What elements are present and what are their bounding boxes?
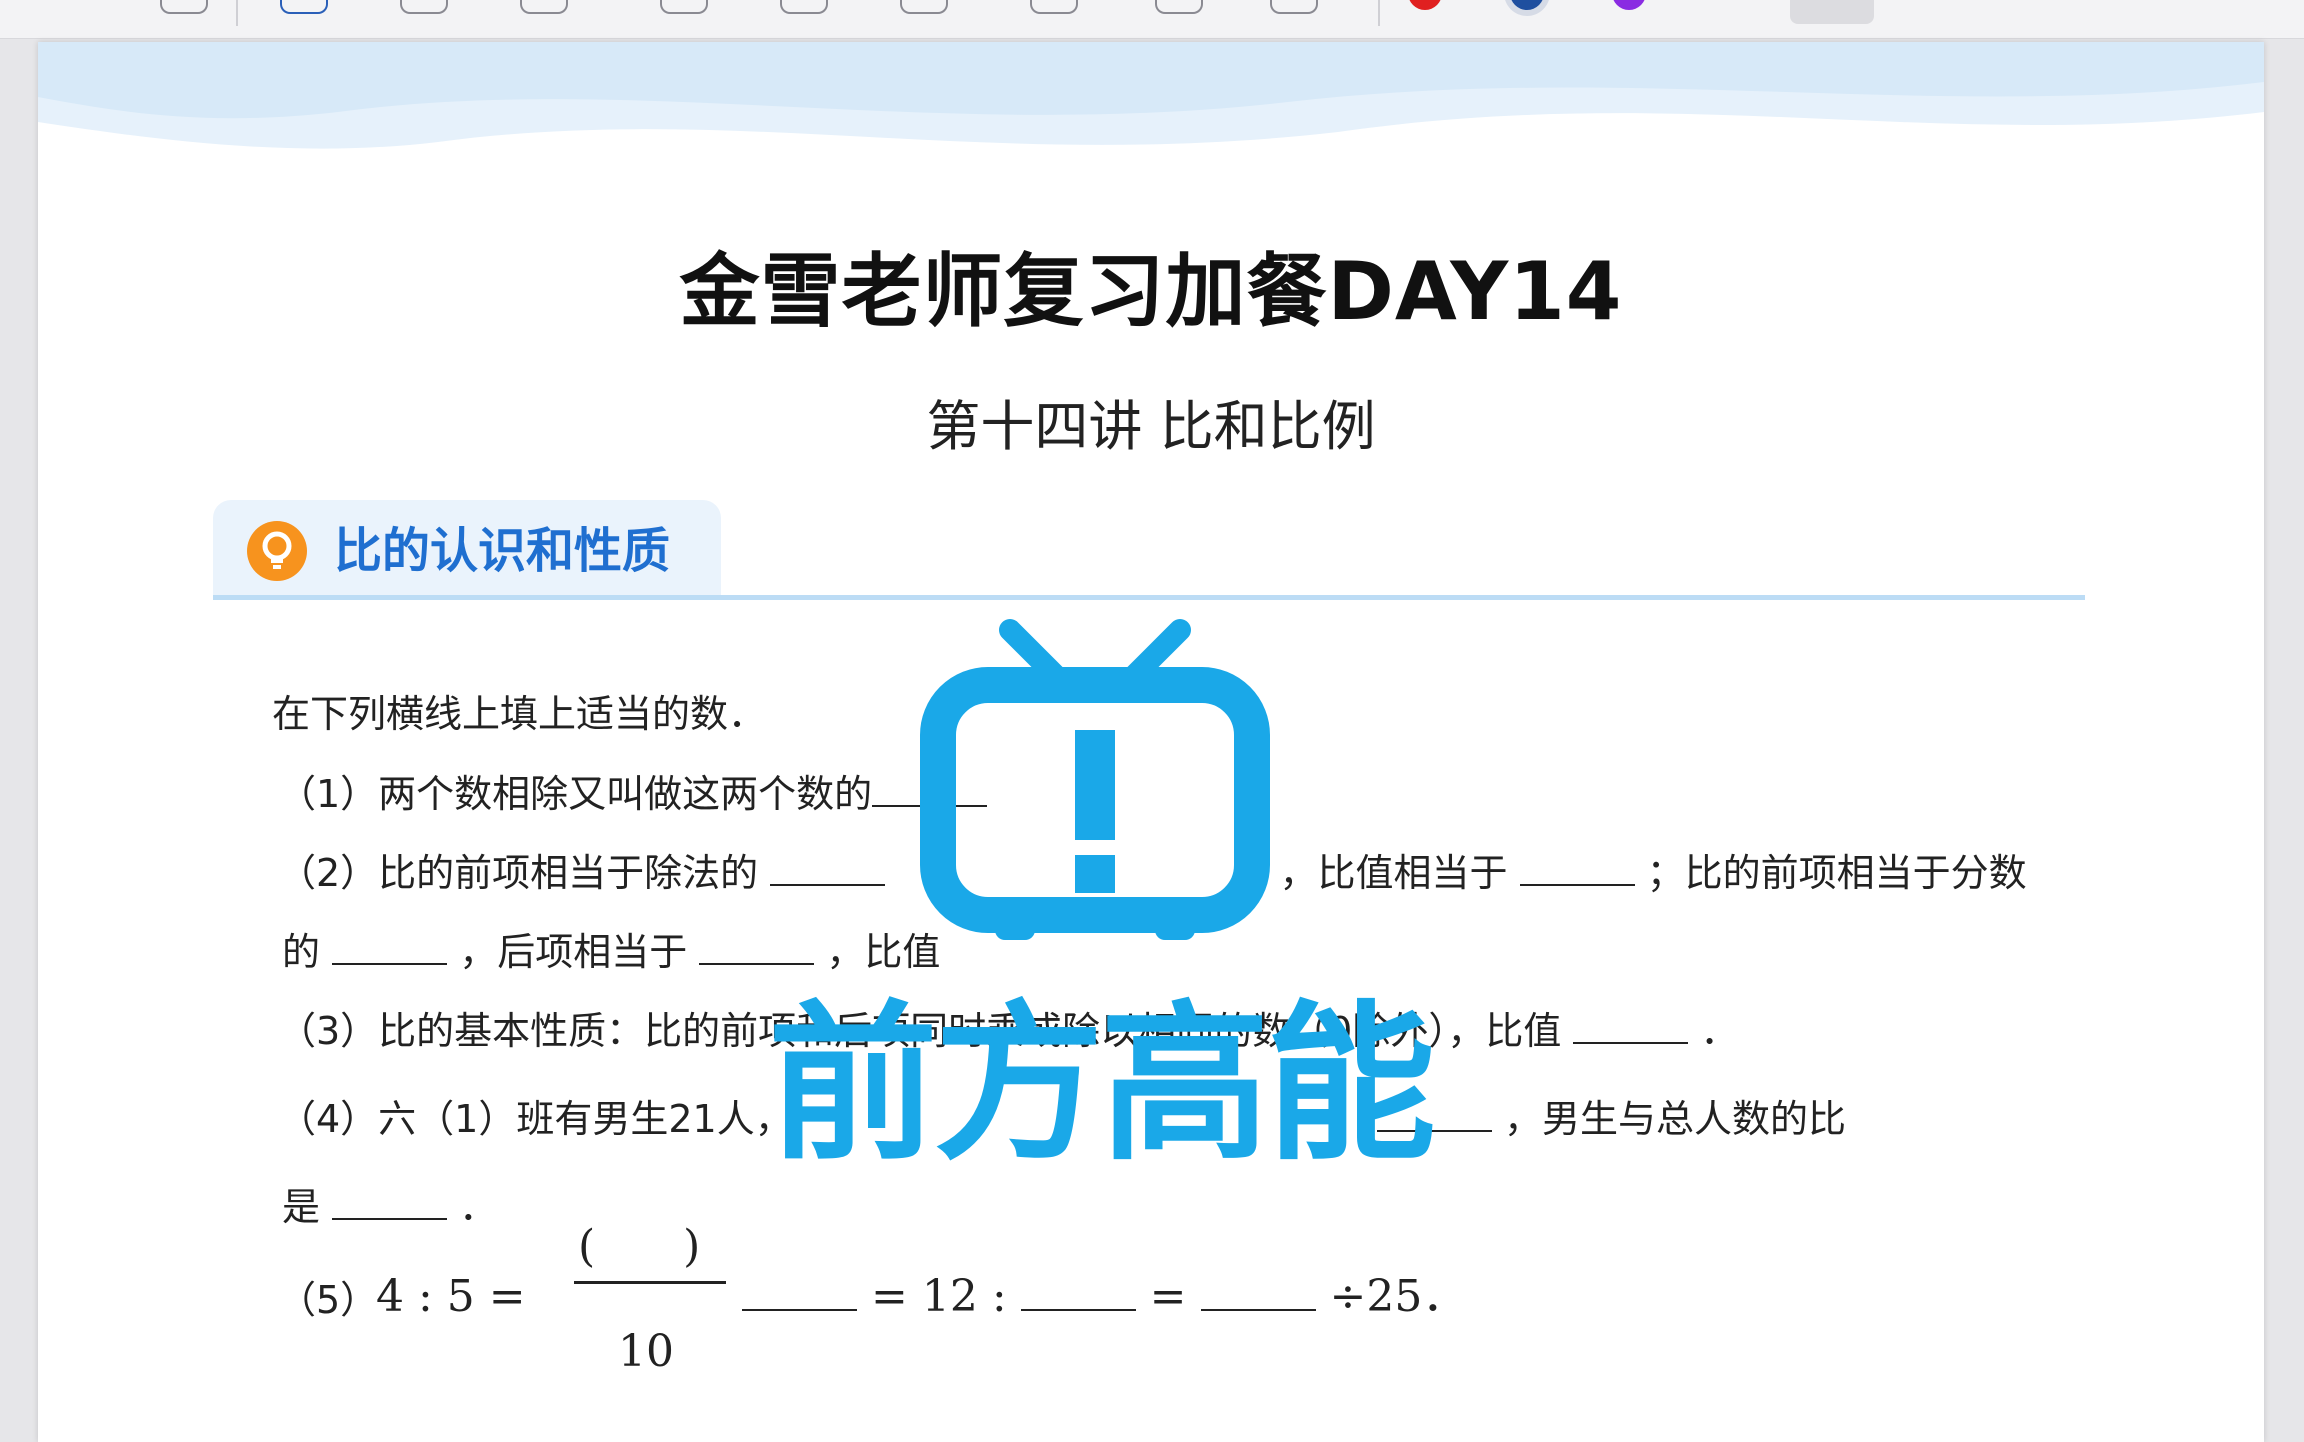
question-intro: 在下列横线上填上适当的数． [272, 692, 767, 736]
laser-icon[interactable] [780, 0, 828, 14]
color-purple-swatch[interactable] [1612, 0, 1646, 10]
document-title: 金雪老师复习加餐DAY14 [679, 245, 1623, 338]
question-5-ratio: 4 : 5 = [376, 1271, 526, 1322]
question-5-eq1: = 12 : [871, 1271, 1007, 1322]
attach-icon[interactable] [1270, 0, 1318, 14]
answer-blank[interactable] [332, 1182, 448, 1220]
answer-blank[interactable] [1020, 1273, 1136, 1311]
question-4-text-c: 是 [282, 1185, 321, 1229]
question-5-rest: = 12 : = ÷25． [742, 1272, 1466, 1322]
question-3-end: ． [1700, 1009, 1739, 1053]
comment-icon[interactable] [900, 0, 948, 14]
shape-icon[interactable] [660, 0, 708, 14]
question-2-text-a: （2）比的前项相当于除法的 [278, 851, 759, 895]
question-2-text-e: ，后项相当于 [459, 930, 688, 974]
question-4-text-b: ，男生与总人数的比 [1504, 1097, 1847, 1141]
question-5-eq3: ÷25． [1329, 1271, 1467, 1322]
document-subtitle: 第十四讲 比和比例 [926, 395, 1376, 458]
question-1: （1）两个数相除又叫做这两个数的 [278, 769, 988, 819]
fraction-denominator: 10 [618, 1326, 674, 1377]
answer-blank[interactable] [1200, 1273, 1316, 1311]
lasso-icon[interactable] [520, 0, 568, 14]
textbox-icon[interactable] [1030, 0, 1078, 14]
header-wave-decoration [38, 42, 2264, 149]
question-5-label: （5） [278, 1278, 379, 1322]
question-4-line-2: 是 ． [282, 1182, 497, 1232]
tv-exclamation-icon [920, 619, 1270, 940]
annotation-toolbar [0, 0, 2304, 39]
question-2-text-c: ；比的前项相当于分数 [1646, 851, 2027, 895]
toolbar-separator [236, 0, 238, 26]
question-2-text-d: 的 [282, 930, 321, 974]
color-red-swatch[interactable] [1408, 0, 1442, 10]
section-divider [213, 595, 2085, 600]
fraction-numerator: ( ) [578, 1221, 701, 1272]
question-2-line-2: 的 ，后项相当于 ，比值 [282, 927, 940, 977]
section-title: 比的认识和性质 [334, 523, 671, 579]
question-4-text-d: ． [459, 1185, 498, 1229]
toolbar-slot[interactable] [1790, 0, 1874, 24]
highlighter-icon[interactable] [280, 0, 328, 14]
lightbulb-icon [247, 521, 307, 581]
answer-blank[interactable] [699, 927, 815, 965]
overlay-banner-text: 前方高能 [767, 986, 1436, 1184]
question-4-text-a: （4）六（1）班有男生21人， [278, 1097, 793, 1141]
question-5-eq2: = [1149, 1271, 1187, 1322]
pen-icon[interactable] [160, 0, 208, 14]
answer-blank[interactable] [742, 1273, 857, 1311]
answer-blank[interactable] [770, 848, 886, 886]
fraction-bar [574, 1281, 726, 1284]
toolbar-separator [1378, 0, 1380, 26]
answer-blank[interactable] [1519, 848, 1635, 886]
answer-blank[interactable] [1573, 1006, 1689, 1044]
question-1-text: （1）两个数相除又叫做这两个数的 [278, 772, 873, 816]
table-icon[interactable] [1155, 0, 1203, 14]
color-blue-swatch[interactable] [1510, 0, 1544, 10]
eraser-icon[interactable] [400, 0, 448, 14]
answer-blank[interactable] [332, 927, 448, 965]
question-2-text-b: ，比值相当于 [1279, 851, 1508, 895]
